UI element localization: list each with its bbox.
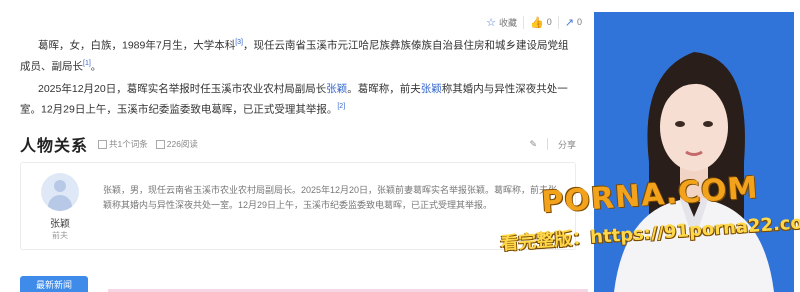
relations-header: 人物关系 共1个词条 226阅读 ✎ 分享	[20, 132, 576, 156]
bio-text: 2025年12月20日，葛晖实名举报时任玉溪市农业农村局副局长	[38, 83, 327, 95]
relations-meta: 共1个词条 226阅读	[98, 138, 198, 150]
eye-icon	[155, 140, 165, 150]
collect-button[interactable]: ☆ 收藏	[480, 16, 523, 29]
bio-text: 。葛晖称，前夫	[347, 83, 421, 95]
entry-icon	[98, 140, 108, 150]
person-description: 张颖，男，现任云南省玉溪市农业农村局副局长。2025年12月20日，张颖前妻葛晖…	[103, 185, 558, 210]
avatar[interactable]	[41, 173, 79, 211]
relation-card[interactable]: 张颖 前夫 张颖，男，现任云南省玉溪市农业农村局副局长。2025年12月20日，…	[20, 162, 576, 250]
bio-text: 。	[90, 60, 102, 72]
reference-link[interactable]: [2]	[337, 103, 345, 110]
share-count: 0	[576, 17, 582, 27]
star-icon: ☆	[486, 16, 497, 29]
relations-share-button[interactable]: 分享	[558, 138, 576, 151]
reference-link[interactable]: [3]	[235, 39, 243, 46]
entry-count: 共1个词条	[98, 138, 148, 150]
person-link[interactable]: 张颖	[421, 83, 442, 95]
thumbs-up-icon: 👍	[530, 16, 544, 29]
like-button[interactable]: 👍 0	[523, 15, 558, 29]
relations-title: 人物关系	[20, 138, 89, 155]
collect-label: 收藏	[499, 17, 518, 28]
avatar-body	[48, 195, 72, 211]
divider	[546, 138, 548, 150]
edit-icon[interactable]: ✎	[529, 139, 537, 150]
like-count: 0	[546, 17, 552, 27]
person-relation: 前夫	[52, 231, 68, 240]
portrait-illustration	[594, 12, 794, 292]
article-toolbar: ☆ 收藏 👍 0 ↗ 0	[480, 14, 588, 30]
person-link[interactable]: 张颖	[326, 83, 347, 95]
watermark: PORNA.COM 看完整版：https://91porna22.com	[500, 170, 800, 254]
bio-text: 葛晖，女，白族，1989年7月生，大学本科	[38, 39, 236, 52]
bio-paragraph-2: 2025年12月20日，葛晖实名举报时任玉溪市农业农村局副局长张颖。葛晖称，前夫…	[20, 80, 576, 119]
relations-actions: ✎ 分享	[529, 138, 576, 151]
person-name[interactable]: 张颖	[41, 215, 79, 230]
read-count: 226阅读	[155, 138, 198, 150]
share-icon: ↗	[564, 16, 574, 29]
bio-paragraph-1: 葛晖，女，白族，1989年7月生，大学本科[3]，现任云南省玉溪市元江哈尼族彝族…	[20, 34, 576, 75]
portrait-photo	[594, 12, 794, 292]
latest-news-tab[interactable]: 最新新闻	[20, 276, 88, 292]
avatar-head	[54, 180, 66, 192]
share-button[interactable]: ↗ 0	[557, 15, 588, 29]
reference-link[interactable]: [1]	[83, 60, 91, 67]
